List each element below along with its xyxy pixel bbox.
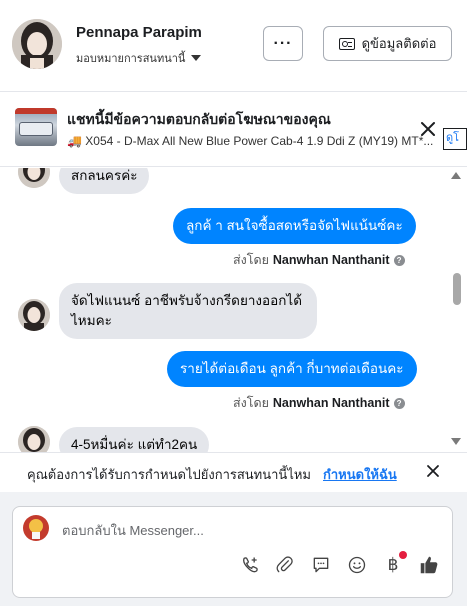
- reply-input[interactable]: ตอบกลับใน Messenger...: [62, 520, 204, 541]
- close-icon[interactable]: [417, 118, 439, 140]
- incoming-message: สกลนครค่ะ: [59, 168, 150, 194]
- assign-notice-bar: คุณต้องการได้รับการกำหนดไปยังการสนทนานี้…: [0, 452, 467, 492]
- page-avatar: [23, 515, 49, 541]
- message-thread[interactable]: สกลนครค่ะ ลูกค้ า สนใจซื้อสดหรือจัดไฟแน้…: [0, 168, 447, 452]
- assign-notice-text: คุณต้องการได้รับการกำหนดไปยังการสนทนานี้…: [27, 467, 311, 482]
- contact-card-icon: [338, 37, 355, 50]
- scrollbar-thumb[interactable]: [453, 273, 461, 305]
- ad-thumbnail: [15, 108, 57, 146]
- ad-banner-subtitle: 🚚 X054 - D-Max All New Blue Power Cab-4 …: [67, 134, 434, 148]
- help-icon[interactable]: ?: [393, 397, 405, 409]
- sent-by-info: ส่งโดย Nanwhan Nanthanit ?: [233, 393, 405, 413]
- outgoing-message: รายได้ต่อเดือน ลูกค้า กี่บาทต่อเดือนคะ: [167, 351, 417, 387]
- sender-avatar: [18, 299, 50, 331]
- assign-label: มอบหมายการสนทนานี้: [76, 53, 186, 65]
- help-icon[interactable]: ?: [393, 254, 405, 266]
- conversation-header: Pennapa Parapim มอบหมายการสนทนานี้ ··· ด…: [0, 0, 467, 92]
- incoming-message: จัดไฟแนนซ์ อาชีพรับจ้างกรีดยางออกได้ ไหม…: [59, 283, 317, 339]
- phone-plus-icon[interactable]: [238, 553, 262, 577]
- sent-by-name: Nanwhan Nanthanit: [272, 253, 390, 267]
- more-options-button[interactable]: ···: [263, 26, 303, 61]
- view-ad-link[interactable]: ดูโ: [443, 128, 467, 150]
- view-contact-button[interactable]: ดูข้อมูลติดต่อ: [323, 26, 452, 61]
- close-icon[interactable]: [423, 461, 443, 481]
- contact-name: Pennapa Parapim: [76, 24, 202, 41]
- message-line: ไหมคะ: [71, 313, 112, 328]
- assign-conversation-dropdown[interactable]: มอบหมายการสนทนานี้: [76, 49, 202, 67]
- ad-reply-banner: แชทนี้มีข้อความตอบกลับต่อโฆษณาของคุณ 🚚 X…: [0, 93, 467, 167]
- scroll-down-arrow-icon[interactable]: [451, 438, 461, 445]
- emoji-icon[interactable]: [345, 553, 369, 577]
- view-contact-label: ดูข้อมูลติดต่อ: [361, 36, 437, 51]
- sender-avatar: [18, 168, 50, 188]
- ad-banner-title: แชทนี้มีข้อความตอบกลับต่อโฆษณาของคุณ: [67, 111, 331, 127]
- assign-to-me-link[interactable]: กำหนดให้ฉัน: [323, 464, 397, 485]
- sent-by-prefix: ส่งโดย: [233, 396, 269, 410]
- sender-avatar: [18, 426, 50, 452]
- thumbs-up-icon[interactable]: [417, 553, 441, 577]
- sent-by-name: Nanwhan Nanthanit: [272, 396, 390, 410]
- incoming-message: 4-5หมื่นค่ะ แต่ทำ2คน: [59, 427, 210, 452]
- message-line: จัดไฟแนนซ์ อาชีพรับจ้างกรีดยางออกได้: [71, 293, 302, 308]
- outgoing-message: ลูกค้ า สนใจซื้อสดหรือจัดไฟแน้นซ์คะ: [173, 208, 416, 244]
- sent-by-prefix: ส่งโดย: [233, 253, 269, 267]
- paperclip-icon[interactable]: [273, 553, 297, 577]
- saved-reply-icon[interactable]: [309, 553, 333, 577]
- scroll-up-arrow-icon[interactable]: [451, 172, 461, 179]
- contact-avatar[interactable]: [12, 19, 62, 69]
- notification-dot: [399, 551, 407, 559]
- chat-scrollbar[interactable]: [449, 168, 465, 452]
- caret-down-icon: [191, 55, 202, 61]
- sent-by-info: ส่งโดย Nanwhan Nanthanit ?: [233, 250, 405, 270]
